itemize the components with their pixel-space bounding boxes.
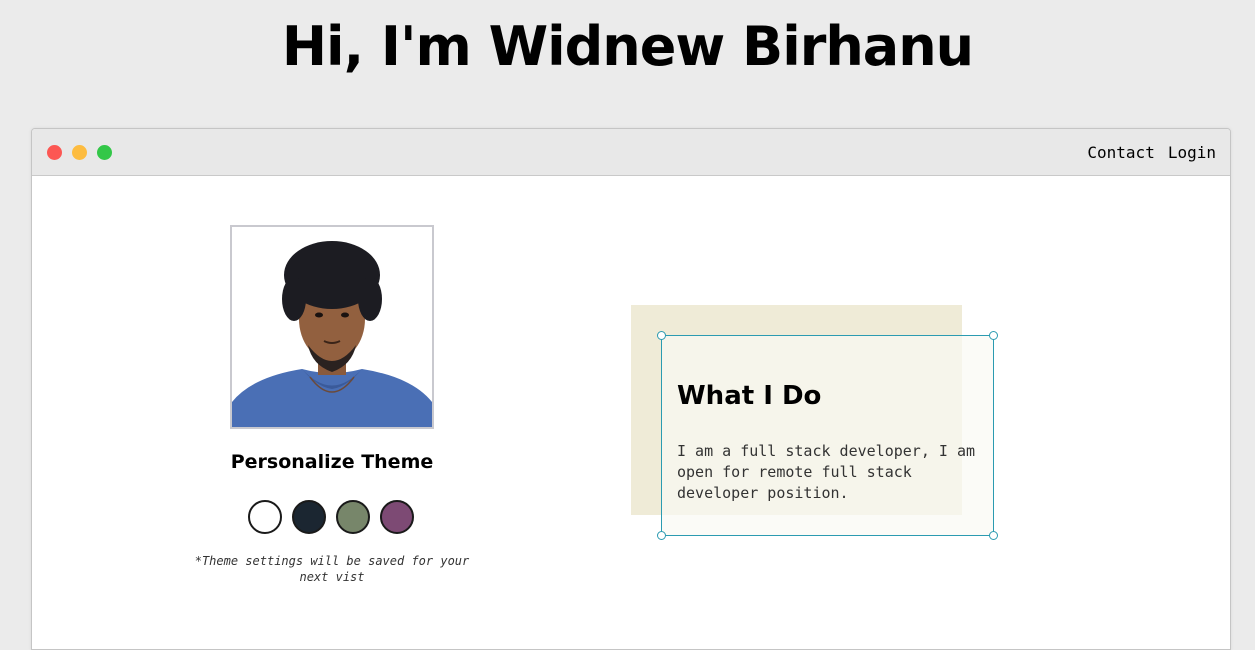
login-link[interactable]: Login [1168, 143, 1216, 163]
browser-window: Contact Login Personalize Theme *Theme s… [31, 128, 1231, 650]
resize-handle-bottom-right[interactable] [989, 531, 998, 540]
theme-swatch-plum[interactable] [380, 500, 414, 534]
card-body: I am a full stack developer, I am open f… [677, 442, 976, 502]
top-nav: Contact Login [1087, 143, 1216, 163]
resize-handle-top-left[interactable] [657, 331, 666, 340]
card-title: What I Do [677, 381, 822, 411]
profile-photo [230, 225, 434, 429]
contact-link[interactable]: Contact [1087, 143, 1154, 163]
page-title: Hi, I'm Widnew Birhanu [281, 15, 974, 78]
resize-handle-top-right[interactable] [989, 331, 998, 340]
theme-swatch-dark-navy[interactable] [292, 500, 326, 534]
resize-handle-bottom-left[interactable] [657, 531, 666, 540]
theme-swatch-white[interactable] [248, 500, 282, 534]
theme-heading: Personalize Theme [230, 451, 434, 473]
what-i-do-card[interactable]: What I Do I am a full stack developer, I… [657, 331, 998, 540]
window-title-bar: Contact Login [32, 129, 1230, 176]
minimize-window-dot[interactable] [72, 145, 87, 160]
theme-swatch-olive-green[interactable] [336, 500, 370, 534]
close-window-dot[interactable] [47, 145, 62, 160]
portrait-illustration [232, 227, 432, 427]
maximize-window-dot[interactable] [97, 145, 112, 160]
theme-note: *Theme settings will be saved for your n… [194, 554, 470, 584]
theme-swatches [248, 500, 414, 534]
